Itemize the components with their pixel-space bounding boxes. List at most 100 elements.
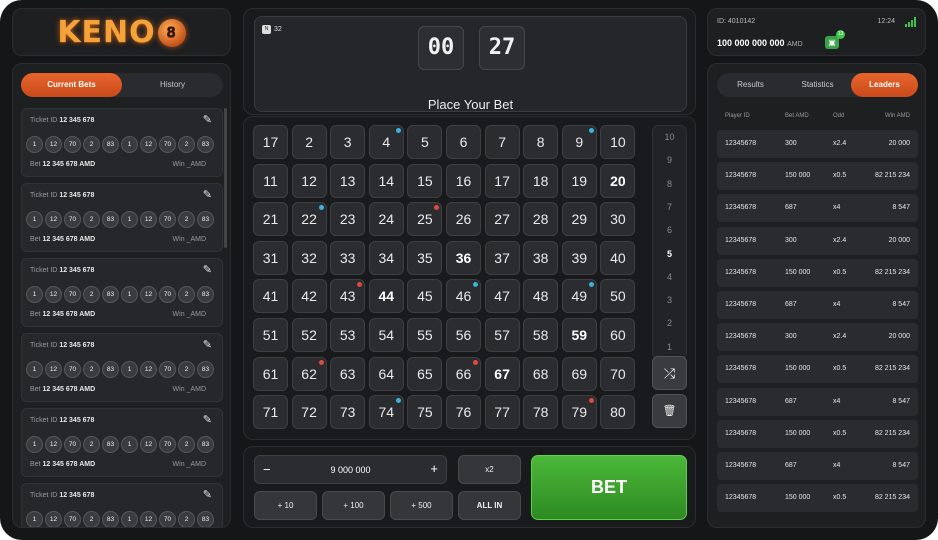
- number-cell[interactable]: 15: [407, 163, 443, 198]
- ticket-card[interactable]: Ticket ID 12 345 678✎1127028311270283Bet…: [21, 183, 223, 252]
- tab-leaders[interactable]: Leaders: [851, 73, 918, 97]
- number-cell[interactable]: 76: [446, 395, 481, 430]
- number-cell[interactable]: 59: [561, 318, 597, 352]
- scale-number[interactable]: 9: [653, 155, 686, 165]
- add-100-button[interactable]: + 100: [322, 491, 385, 520]
- number-cell[interactable]: 9: [561, 125, 597, 159]
- scale-number[interactable]: 6: [653, 225, 686, 235]
- scale-number[interactable]: 2: [653, 318, 686, 328]
- number-cell[interactable]: 68: [523, 356, 559, 391]
- bet-amount-stepper[interactable]: − 9 000 000 +: [254, 455, 447, 484]
- number-cell[interactable]: 32: [291, 240, 327, 275]
- number-cell[interactable]: 2: [291, 125, 327, 159]
- edit-icon[interactable]: ✎: [203, 188, 212, 201]
- number-cell[interactable]: 28: [523, 202, 559, 237]
- number-cell[interactable]: 79: [561, 395, 597, 430]
- number-cell[interactable]: 52: [291, 318, 327, 352]
- number-cell[interactable]: 36: [446, 240, 481, 275]
- number-cell[interactable]: 23: [330, 202, 366, 237]
- number-cell[interactable]: 50: [600, 279, 636, 314]
- number-cell[interactable]: 65: [407, 356, 443, 391]
- number-cell[interactable]: 72: [291, 395, 327, 430]
- number-cell[interactable]: 26: [446, 202, 481, 237]
- double-button[interactable]: x2: [458, 455, 521, 484]
- number-cell[interactable]: 29: [561, 202, 597, 237]
- add-500-button[interactable]: + 500: [390, 491, 453, 520]
- number-cell[interactable]: 10: [600, 125, 636, 159]
- number-cell[interactable]: 73: [330, 395, 366, 430]
- clear-button[interactable]: 🗑: [652, 394, 687, 428]
- number-cell[interactable]: 77: [484, 395, 520, 430]
- number-cell[interactable]: 17: [484, 163, 520, 198]
- tab-statistics[interactable]: Statistics: [784, 73, 851, 97]
- number-cell[interactable]: 42: [291, 279, 327, 314]
- tab-current-bets[interactable]: Current Bets: [21, 73, 122, 97]
- number-cell[interactable]: 69: [561, 356, 597, 391]
- number-cell[interactable]: 18: [523, 163, 559, 198]
- number-cell[interactable]: 34: [368, 240, 404, 275]
- number-cell[interactable]: 8: [523, 125, 559, 159]
- number-cell[interactable]: 58: [523, 318, 559, 352]
- number-cell[interactable]: 70: [600, 356, 636, 391]
- number-cell[interactable]: 54: [368, 318, 404, 352]
- number-cell[interactable]: 67: [484, 356, 520, 391]
- number-cell[interactable]: 16: [446, 163, 481, 198]
- number-cell[interactable]: 41: [253, 279, 288, 314]
- edit-icon[interactable]: ✎: [203, 263, 212, 276]
- number-cell[interactable]: 71: [253, 395, 288, 430]
- number-cell[interactable]: 40: [600, 240, 636, 275]
- scale-number[interactable]: 4: [653, 272, 686, 282]
- number-cell[interactable]: 37: [484, 240, 520, 275]
- edit-icon[interactable]: ✎: [203, 338, 212, 351]
- number-cell[interactable]: 7: [484, 125, 520, 159]
- number-cell[interactable]: 51: [253, 318, 288, 352]
- number-cell[interactable]: 47: [484, 279, 520, 314]
- number-cell[interactable]: 6: [446, 125, 481, 159]
- edit-icon[interactable]: ✎: [203, 113, 212, 126]
- ticket-card[interactable]: Ticket ID 12 345 678✎1127028311270283Bet…: [21, 258, 223, 327]
- number-cell[interactable]: 60: [600, 318, 636, 352]
- number-cell[interactable]: 13: [330, 163, 366, 198]
- number-cell[interactable]: 5: [407, 125, 443, 159]
- number-cell[interactable]: 27: [484, 202, 520, 237]
- number-cell[interactable]: 19: [561, 163, 597, 198]
- number-cell[interactable]: 74: [368, 395, 404, 430]
- number-cell[interactable]: 63: [330, 356, 366, 391]
- number-cell[interactable]: 25: [407, 202, 443, 237]
- ticket-card[interactable]: Ticket ID 12 345 678✎1127028311270283Bet…: [21, 483, 223, 527]
- number-cell[interactable]: 78: [523, 395, 559, 430]
- number-cell[interactable]: 46: [446, 279, 481, 314]
- ticket-card[interactable]: Ticket ID 12 345 678✎1127028311270283Bet…: [21, 108, 223, 177]
- number-cell[interactable]: 43: [330, 279, 366, 314]
- number-cell[interactable]: 80: [600, 395, 636, 430]
- number-cell[interactable]: 66: [446, 356, 481, 391]
- bet-button[interactable]: BET: [531, 455, 687, 520]
- scale-number[interactable]: 7: [653, 202, 686, 212]
- tab-results[interactable]: Results: [717, 73, 784, 97]
- number-cell[interactable]: 53: [330, 318, 366, 352]
- number-cell[interactable]: 57: [484, 318, 520, 352]
- number-cell[interactable]: 56: [446, 318, 481, 352]
- number-cell[interactable]: 39: [561, 240, 597, 275]
- scrollbar[interactable]: [224, 108, 227, 248]
- number-cell[interactable]: 48: [523, 279, 559, 314]
- number-cell[interactable]: 4: [368, 125, 404, 159]
- edit-icon[interactable]: ✎: [203, 488, 212, 501]
- number-cell[interactable]: 22: [291, 202, 327, 237]
- add-10-button[interactable]: + 10: [254, 491, 317, 520]
- number-cell[interactable]: 55: [407, 318, 443, 352]
- number-cell[interactable]: 75: [407, 395, 443, 430]
- number-cell[interactable]: 35: [407, 240, 443, 275]
- number-cell[interactable]: 44: [368, 279, 404, 314]
- scale-number[interactable]: 3: [653, 295, 686, 305]
- number-cell[interactable]: 49: [561, 279, 597, 314]
- number-cell[interactable]: 17: [253, 125, 288, 159]
- number-cell[interactable]: 11: [253, 163, 288, 198]
- number-cell[interactable]: 30: [600, 202, 636, 237]
- number-cell[interactable]: 24: [368, 202, 404, 237]
- ticket-card[interactable]: Ticket ID 12 345 678✎1127028311270283Bet…: [21, 408, 223, 477]
- edit-icon[interactable]: ✎: [203, 413, 212, 426]
- number-cell[interactable]: 45: [407, 279, 443, 314]
- increase-button[interactable]: +: [430, 461, 438, 476]
- scale-number[interactable]: 10: [653, 132, 686, 142]
